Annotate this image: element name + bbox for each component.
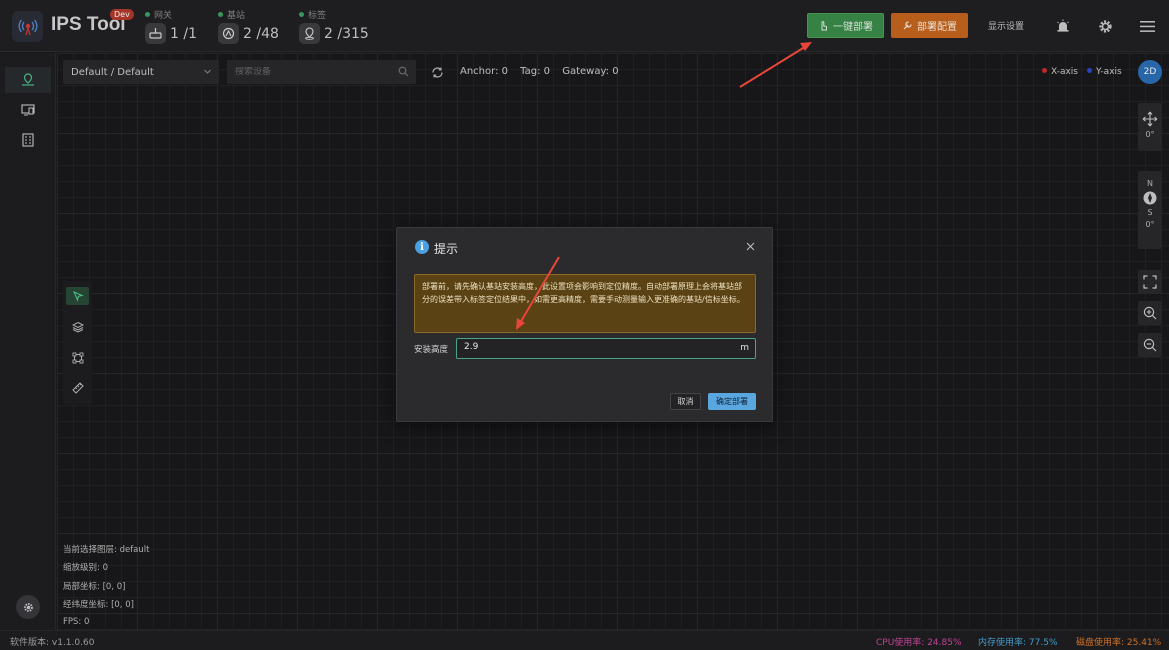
- install-height-field[interactable]: m: [456, 338, 756, 359]
- deploy-confirm-dialog: i 提示 部署前，请先确认基站安装高度，此设置项会影响到定位精度。自动部署原理上…: [396, 227, 773, 422]
- cancel-button[interactable]: 取消: [670, 393, 701, 410]
- app-root: IPS Tool Dev 网关 1 /1 基站 2 /48 标签 2 /315 …: [0, 0, 1169, 650]
- dialog-title: 提示: [434, 242, 459, 256]
- info-icon: i: [415, 240, 429, 254]
- install-height-label: 安装高度: [414, 345, 449, 355]
- warning-message: 部署前，请先确认基站安装高度，此设置项会影响到定位精度。自动部署原理上会将基站部…: [414, 274, 756, 333]
- close-icon[interactable]: [743, 239, 757, 253]
- unit-label: m: [740, 343, 749, 353]
- install-height-input[interactable]: [464, 342, 724, 352]
- confirm-deploy-button[interactable]: 确定部署: [708, 393, 756, 410]
